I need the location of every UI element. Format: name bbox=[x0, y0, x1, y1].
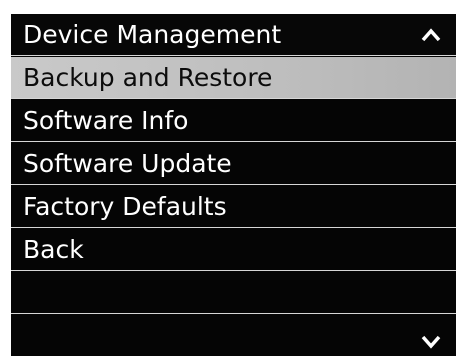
menu-item-label: Software Info bbox=[23, 106, 189, 135]
device-management-menu: Device Management Backup and Restore Sof… bbox=[11, 14, 456, 356]
menu-item-software-update[interactable]: Software Update bbox=[11, 143, 456, 185]
menu-item-empty bbox=[11, 272, 456, 314]
menu-header: Device Management bbox=[11, 14, 456, 56]
menu-item-label: Factory Defaults bbox=[23, 192, 227, 221]
menu-item-label: Backup and Restore bbox=[23, 63, 273, 92]
menu-item-factory-defaults[interactable]: Factory Defaults bbox=[11, 186, 456, 228]
menu-item-backup-and-restore[interactable]: Backup and Restore bbox=[11, 57, 456, 99]
menu-footer bbox=[11, 315, 456, 356]
chevron-down-icon[interactable] bbox=[420, 334, 442, 350]
menu-item-label: Software Update bbox=[23, 149, 232, 178]
chevron-up-icon[interactable] bbox=[420, 27, 442, 43]
menu-item-label: Back bbox=[23, 235, 84, 264]
menu-title: Device Management bbox=[23, 20, 282, 49]
menu-item-software-info[interactable]: Software Info bbox=[11, 100, 456, 142]
menu-item-back[interactable]: Back bbox=[11, 229, 456, 271]
